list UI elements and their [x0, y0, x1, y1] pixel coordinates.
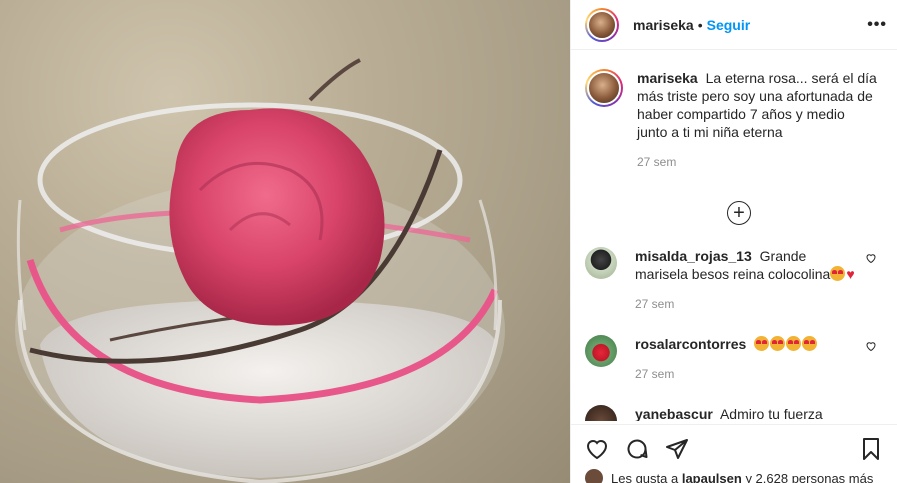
red-heart-emoji: ♥ [846, 266, 855, 282]
rose-in-glass-image [15, 58, 505, 483]
separator-dot: • [697, 16, 703, 33]
author-username[interactable]: mariseka [633, 17, 694, 33]
commenter-avatar[interactable] [585, 335, 617, 367]
comment-text: Admiro tu fuerza [719, 406, 823, 421]
follow-button[interactable]: Seguir [707, 17, 751, 33]
heart-eyes-emoji-icon [830, 266, 846, 281]
commenter-username[interactable]: misalda_rojas_13 [635, 248, 752, 264]
comment-time[interactable]: 27 sem [635, 365, 855, 383]
author-avatar[interactable] [585, 7, 619, 42]
commenter-username[interactable]: rosalarcontorres [635, 336, 746, 352]
comment-item: misalda_rojas_13 Grande marisela besos r… [585, 247, 883, 313]
commenter-username[interactable]: yanebascur [635, 406, 713, 421]
likes-prefix: Les gusta a [611, 470, 679, 483]
like-comment-icon[interactable] [865, 340, 877, 352]
commenter-avatar[interactable] [585, 405, 617, 421]
post-viewer: mariseka • Seguir ••• mariseka La eterna… [0, 0, 897, 483]
comment-item: yanebascur Admiro tu fuerza [585, 405, 883, 421]
more-options-icon[interactable]: ••• [867, 16, 887, 34]
load-more-comments-icon[interactable]: + [727, 201, 751, 225]
post-sidebar: mariseka • Seguir ••• mariseka La eterna… [570, 0, 897, 483]
heart-eyes-emoji-icon [786, 336, 802, 351]
caption-avatar[interactable] [585, 69, 623, 107]
caption-time[interactable]: 27 sem [637, 153, 877, 171]
comments-list[interactable]: mariseka La eterna rosa... será el día m… [571, 51, 897, 421]
heart-eyes-emoji-icon [754, 336, 770, 351]
caption: mariseka La eterna rosa... será el día m… [585, 51, 883, 171]
like-comment-icon[interactable] [865, 252, 877, 264]
post-photo[interactable] [0, 0, 570, 483]
post-header: mariseka • Seguir ••• [571, 0, 897, 50]
caption-username[interactable]: mariseka [637, 70, 698, 86]
commenter-avatar[interactable] [585, 247, 617, 279]
share-icon[interactable] [665, 437, 689, 461]
comment-time[interactable]: 27 sem [635, 295, 855, 313]
likes-suffix[interactable]: y 2.628 personas más [745, 471, 873, 483]
liker-avatar[interactable] [585, 469, 603, 483]
comment-icon[interactable] [625, 437, 649, 461]
likes-summary: Les gusta a lapaulsen y 2.628 personas m… [585, 469, 883, 483]
heart-eyes-emoji-icon [802, 336, 818, 351]
bookmark-icon[interactable] [859, 437, 883, 461]
heart-outline-icon[interactable] [585, 437, 609, 461]
liker-username[interactable]: lapaulsen [682, 471, 742, 483]
post-actions: Les gusta a lapaulsen y 2.628 personas m… [571, 424, 897, 483]
heart-eyes-emoji-icon [770, 336, 786, 351]
comment-item: rosalarcontorres 27 sem [585, 335, 883, 383]
